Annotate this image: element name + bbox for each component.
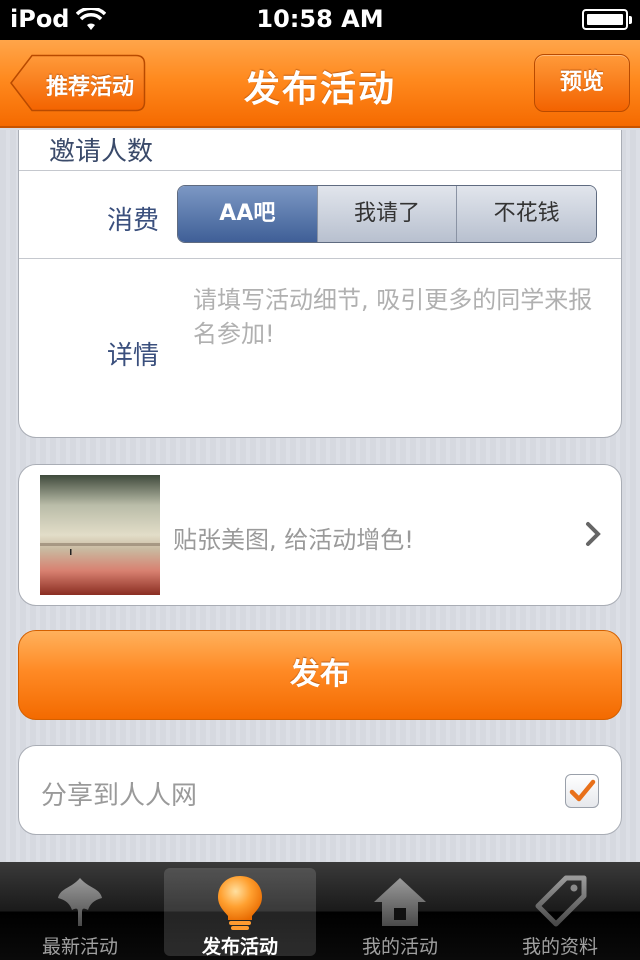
preview-button[interactable]: 预览 bbox=[534, 54, 630, 112]
share-checkbox[interactable] bbox=[565, 774, 599, 808]
cost-row: 消费 AA吧 我请了 不花钱 bbox=[19, 171, 621, 259]
segment-free[interactable]: 不花钱 bbox=[456, 186, 596, 242]
lightbulb-icon bbox=[164, 874, 316, 930]
detail-row: 详情 请填写活动细节, 吸引更多的同学来报名参加! bbox=[19, 259, 621, 437]
share-row[interactable]: 分享到人人网 bbox=[18, 745, 622, 835]
cost-label: 消费 bbox=[106, 206, 159, 236]
status-bar: iPod 10:58 AM bbox=[0, 0, 640, 40]
invite-row[interactable]: 邀请人数 bbox=[19, 130, 621, 171]
tab-my-profile[interactable]: 我的资料 bbox=[484, 868, 636, 958]
photo-thumbnail bbox=[40, 475, 160, 595]
detail-textarea[interactable]: 请填写活动细节, 吸引更多的同学来报名参加! bbox=[193, 283, 593, 351]
tab-bar: 最新活动 发布活动 我的活动 我的资料 bbox=[0, 862, 640, 960]
content-area: 邀请人数 消费 AA吧 我请了 不花钱 详情 请填写活动细节, 吸引更多的同学来… bbox=[0, 130, 640, 862]
tab-publish[interactable]: 发布活动 bbox=[164, 868, 316, 958]
tab-label: 发布活动 bbox=[201, 936, 278, 958]
tab-label: 我的活动 bbox=[361, 936, 438, 958]
checkmark-icon bbox=[569, 779, 596, 802]
invite-label: 邀请人数 bbox=[49, 137, 154, 167]
tab-label: 最新活动 bbox=[41, 936, 118, 958]
segment-aa[interactable]: AA吧 bbox=[178, 186, 317, 242]
tab-my-activities[interactable]: 我的活动 bbox=[324, 868, 476, 958]
segment-treat[interactable]: 我请了 bbox=[316, 186, 457, 242]
cost-segmented-control: AA吧 我请了 不花钱 bbox=[177, 185, 597, 243]
publish-button[interactable]: 发布 bbox=[18, 630, 622, 720]
detail-label: 详情 bbox=[106, 341, 159, 371]
share-label: 分享到人人网 bbox=[41, 781, 198, 811]
clock: 10:58 AM bbox=[256, 5, 384, 33]
tag-icon bbox=[484, 874, 636, 930]
tab-latest[interactable]: 最新活动 bbox=[4, 868, 156, 958]
photo-picker[interactable]: 贴张美图, 给活动增色! bbox=[18, 464, 622, 606]
nav-bar: 推荐活动 发布活动 预览 bbox=[0, 40, 640, 128]
photo-prompt: 贴张美图, 给活动增色! bbox=[173, 526, 414, 554]
form-card: 邀请人数 消费 AA吧 我请了 不花钱 详情 请填写活动细节, 吸引更多的同学来… bbox=[18, 130, 622, 438]
tab-label: 我的资料 bbox=[521, 936, 598, 958]
chevron-right-icon bbox=[585, 521, 601, 551]
home-icon bbox=[324, 874, 476, 930]
leaf-icon bbox=[4, 874, 156, 930]
battery-icon bbox=[582, 9, 632, 30]
